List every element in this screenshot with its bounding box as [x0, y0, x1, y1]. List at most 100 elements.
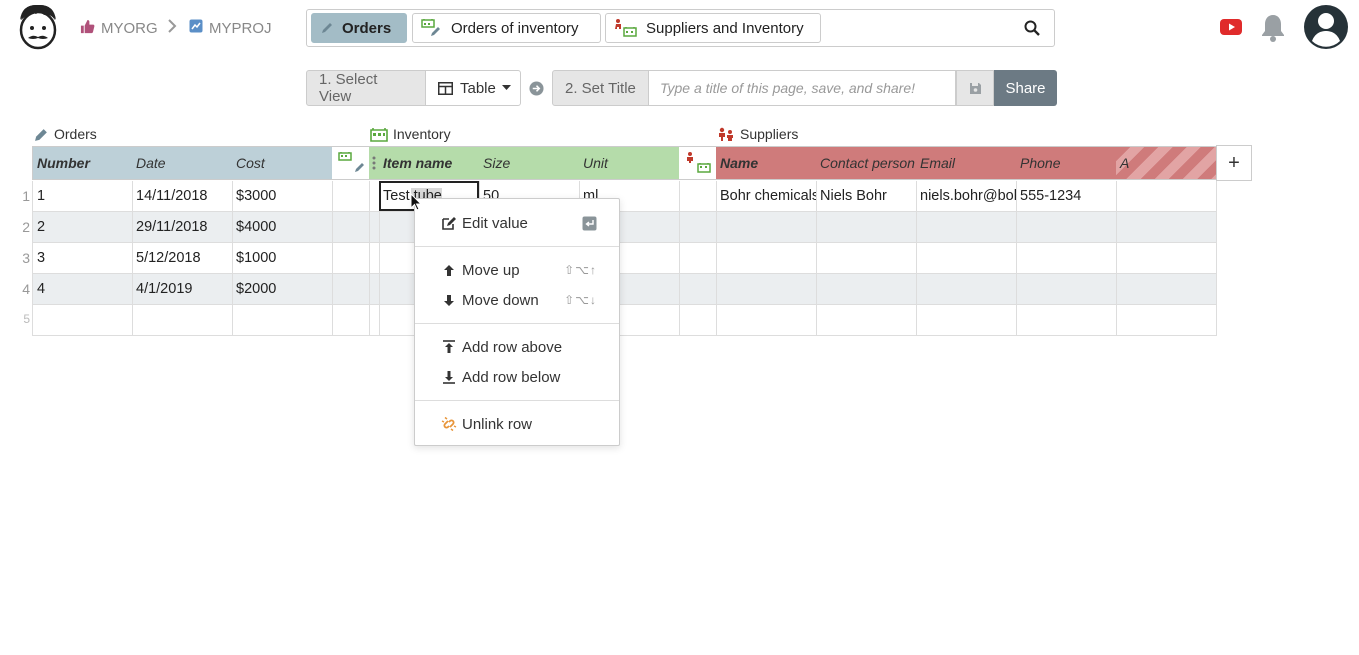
- cell-name[interactable]: Bohr chemicals: [716, 181, 817, 212]
- cell-link-inventory[interactable]: [332, 181, 370, 212]
- cell-number[interactable]: 2: [32, 212, 133, 243]
- cell-cost[interactable]: $2000: [232, 274, 333, 305]
- col-header-name[interactable]: Name: [716, 146, 817, 180]
- row-number[interactable]: 2: [0, 219, 34, 235]
- tab-orders-of-inventory[interactable]: Orders of inventory: [412, 13, 601, 43]
- cell-a[interactable]: [1116, 212, 1217, 243]
- menu-item-unlink-row[interactable]: Unlink row: [415, 411, 619, 437]
- cell-contact-person[interactable]: [816, 212, 917, 243]
- menu-item-add-row-below[interactable]: Add row below: [415, 364, 619, 390]
- cell-a[interactable]: [1116, 305, 1217, 336]
- cell-a[interactable]: [1116, 181, 1217, 212]
- row-number[interactable]: 3: [0, 250, 34, 266]
- cell-name[interactable]: [716, 274, 817, 305]
- link-suppliers-column[interactable]: [679, 146, 717, 180]
- col-header-phone[interactable]: Phone: [1016, 146, 1117, 180]
- menu-item-add-row-above[interactable]: Add row above: [415, 334, 619, 360]
- col-header-date[interactable]: Date: [132, 146, 233, 180]
- caret-down-icon: [501, 85, 511, 91]
- cell-number[interactable]: 1: [32, 181, 133, 212]
- cell-date[interactable]: 14/11/2018: [132, 181, 233, 212]
- cell-link-suppliers[interactable]: [679, 212, 717, 243]
- col-header-item-name[interactable]: Item name: [379, 146, 480, 180]
- cell-date[interactable]: 5/12/2018: [132, 243, 233, 274]
- breadcrumb-org[interactable]: MYORG: [80, 17, 158, 39]
- col-header-contact-person[interactable]: Contact person: [816, 146, 917, 180]
- row-number[interactable]: 1: [0, 188, 34, 204]
- youtube-icon[interactable]: [1220, 19, 1242, 35]
- tab-orders[interactable]: Orders: [311, 13, 407, 43]
- user-avatar-icon[interactable]: [1304, 5, 1348, 49]
- col-header-cost[interactable]: Cost: [232, 146, 333, 180]
- cell-phone[interactable]: [1016, 305, 1117, 336]
- cell-email[interactable]: [916, 305, 1017, 336]
- link-inventory-column[interactable]: [332, 146, 370, 180]
- row-context-menu: Edit value Move up ⇧⌥↑ Move down ⇧⌥↓ Add…: [414, 198, 620, 446]
- cell-date[interactable]: 29/11/2018: [132, 212, 233, 243]
- cell-link-suppliers[interactable]: [679, 305, 717, 336]
- save-button[interactable]: [956, 70, 994, 106]
- cell-cost[interactable]: $4000: [232, 212, 333, 243]
- cell-phone[interactable]: [1016, 274, 1117, 305]
- cell-email[interactable]: [916, 212, 1017, 243]
- group-inventory: Inventory: [370, 126, 451, 142]
- table-icon: [438, 81, 453, 95]
- col-header-email[interactable]: Email: [916, 146, 1017, 180]
- view-tabs: Orders Orders of inventory Suppliers and…: [306, 9, 1055, 47]
- cell-contact-person[interactable]: [816, 243, 917, 274]
- col-header-size[interactable]: Size: [479, 146, 580, 180]
- cell-contact-person[interactable]: [816, 305, 917, 336]
- cell-a[interactable]: [1116, 243, 1217, 274]
- table-row: 2 29/11/2018 $4000: [32, 212, 1217, 243]
- cell-name[interactable]: [716, 305, 817, 336]
- cell-date[interactable]: [132, 305, 233, 336]
- cell-contact-person[interactable]: Niels Bohr: [816, 181, 917, 212]
- row-number[interactable]: 4: [0, 281, 34, 297]
- menu-item-move-down[interactable]: Move down ⇧⌥↓: [415, 287, 619, 313]
- col-header-unit[interactable]: Unit: [579, 146, 680, 180]
- bell-icon[interactable]: [1260, 13, 1286, 46]
- row-number[interactable]: 5: [0, 312, 34, 326]
- cell-link-inventory[interactable]: [332, 243, 370, 274]
- cell-cost[interactable]: $3000: [232, 181, 333, 212]
- cell-date[interactable]: 4/1/2019: [132, 274, 233, 305]
- menu-divider: [415, 323, 619, 324]
- add-column-button[interactable]: +: [1216, 145, 1252, 181]
- share-button[interactable]: Share: [994, 70, 1057, 106]
- cell-link-inventory[interactable]: [332, 274, 370, 305]
- move-up-shortcut: ⇧⌥↑: [564, 263, 597, 277]
- inventory-icon: [370, 127, 388, 142]
- cell-link-suppliers[interactable]: [679, 274, 717, 305]
- menu-item-edit-value[interactable]: Edit value: [415, 210, 619, 236]
- cell-link-inventory[interactable]: [332, 212, 370, 243]
- cell-name[interactable]: [716, 243, 817, 274]
- cell-number[interactable]: 3: [32, 243, 133, 274]
- cell-cost[interactable]: [232, 305, 333, 336]
- cell-email[interactable]: [916, 274, 1017, 305]
- cell-phone[interactable]: [1016, 212, 1117, 243]
- cell-contact-person[interactable]: [816, 274, 917, 305]
- cell-phone[interactable]: [1016, 243, 1117, 274]
- menu-item-move-up[interactable]: Move up ⇧⌥↑: [415, 257, 619, 283]
- cell-cost[interactable]: $1000: [232, 243, 333, 274]
- cell-email[interactable]: niels.bohr@bohr: [916, 181, 1017, 212]
- cell-phone[interactable]: 555-1234: [1016, 181, 1117, 212]
- cell-number[interactable]: 4: [32, 274, 133, 305]
- cell-name[interactable]: [716, 212, 817, 243]
- col-header-number[interactable]: Number: [32, 146, 133, 180]
- cell-link-inventory[interactable]: [332, 305, 370, 336]
- view-type-dropdown[interactable]: Table: [425, 70, 521, 106]
- cell-number[interactable]: [32, 305, 133, 336]
- app-logo[interactable]: [14, 2, 62, 50]
- cell-link-suppliers[interactable]: [679, 181, 717, 212]
- col-header-a[interactable]: A: [1116, 146, 1217, 180]
- arrow-circle-right-icon: [529, 81, 544, 99]
- search-icon[interactable]: [1024, 20, 1040, 39]
- cell-link-suppliers[interactable]: [679, 243, 717, 274]
- cell-a[interactable]: [1116, 274, 1217, 305]
- tab-suppliers-and-inventory[interactable]: Suppliers and Inventory: [605, 13, 821, 43]
- page-title-input[interactable]: Type a title of this page, save, and sha…: [648, 70, 956, 106]
- cell-email[interactable]: [916, 243, 1017, 274]
- breadcrumb-project[interactable]: MYPROJ: [189, 17, 272, 39]
- breadcrumb-org-label: MYORG: [101, 19, 158, 37]
